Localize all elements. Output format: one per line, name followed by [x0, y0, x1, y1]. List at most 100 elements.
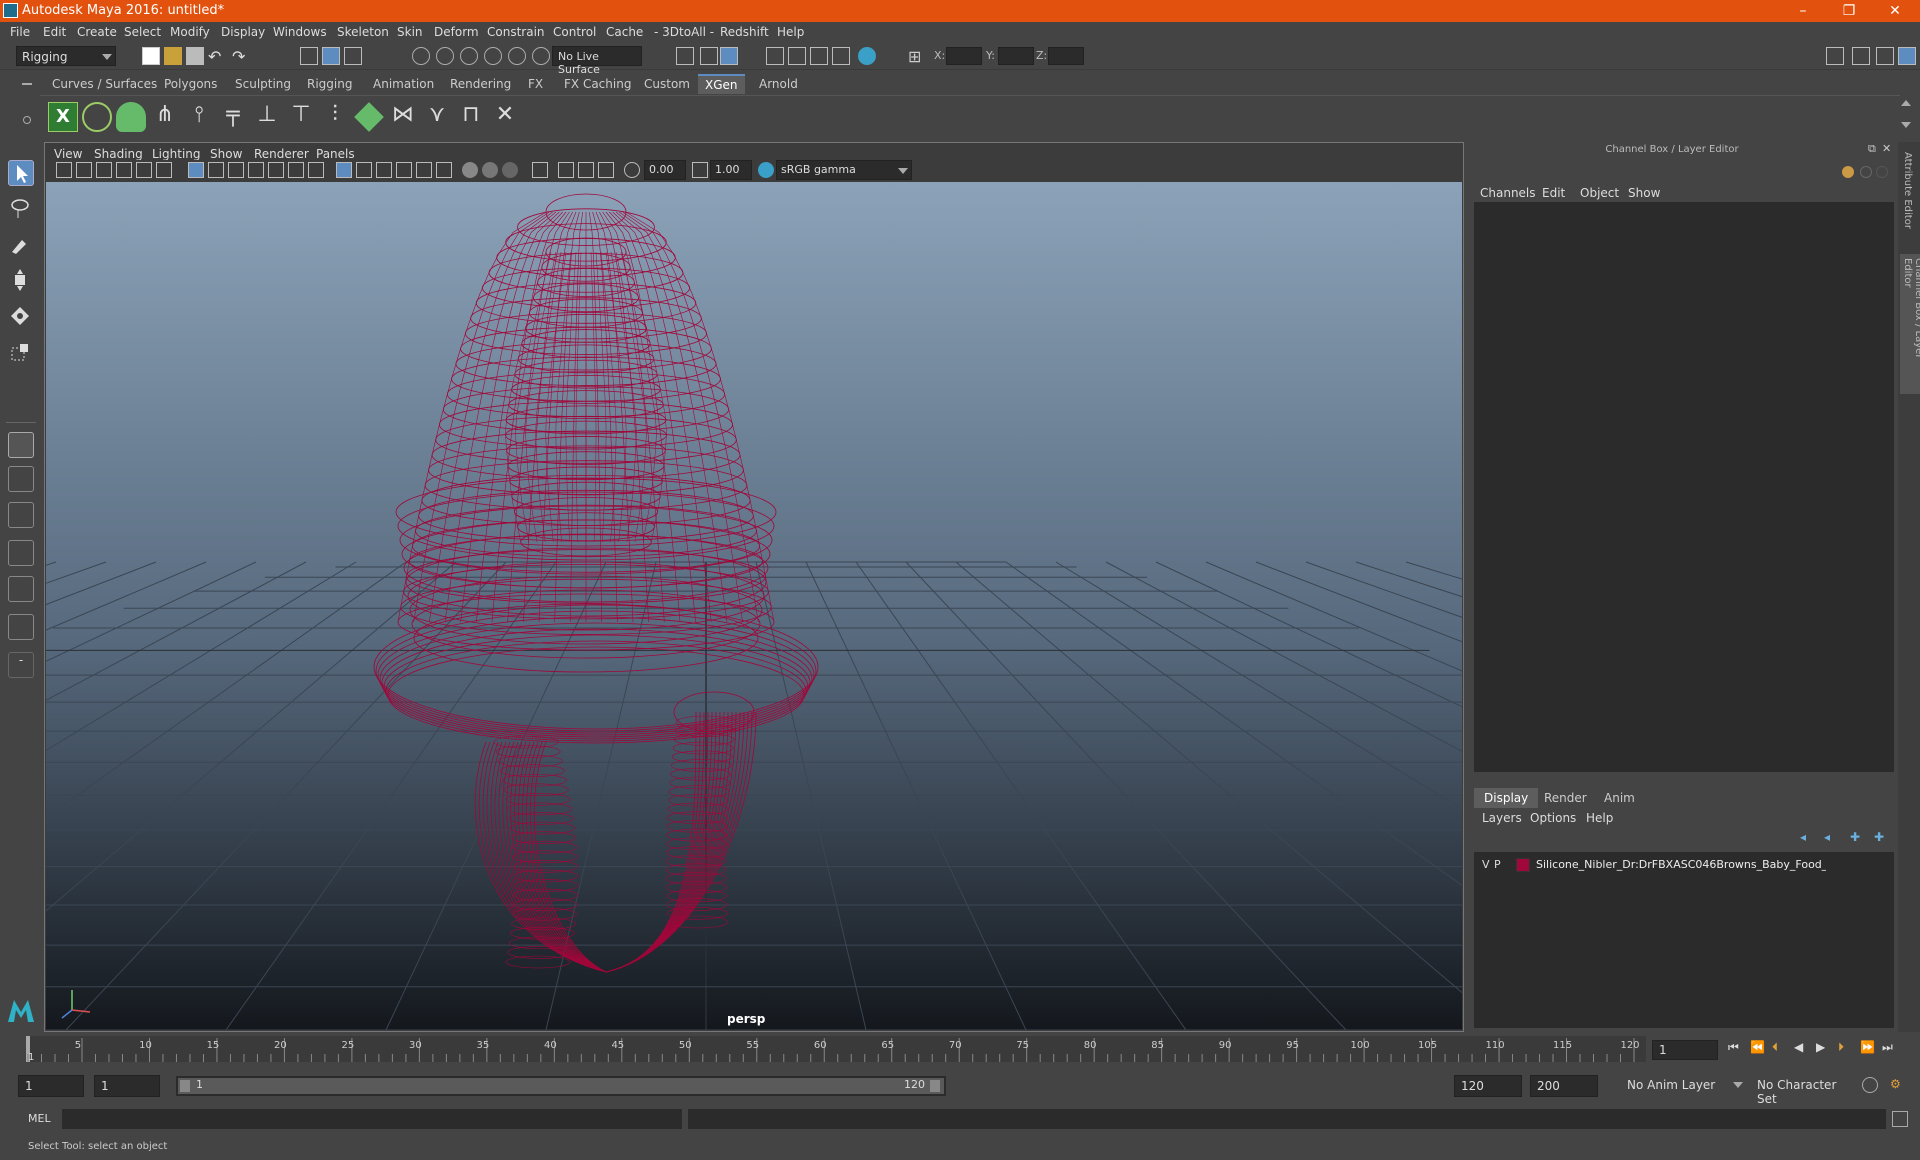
rotate-tool-icon[interactable] [8, 304, 34, 330]
menu-help[interactable]: Help [777, 25, 804, 39]
go-to-end-icon[interactable]: ⏭ [1882, 1040, 1893, 1055]
xray-joints-icon[interactable] [578, 162, 594, 178]
undo-icon[interactable]: ↶ [208, 47, 226, 66]
cb-menu-show[interactable]: Show [1628, 186, 1660, 200]
end-time-field[interactable]: 200 [1530, 1075, 1598, 1097]
field-chart-icon[interactable] [268, 162, 284, 178]
new-layer-selected-icon[interactable]: ✚ [1874, 830, 1884, 844]
xgen-description-icon[interactable] [116, 102, 146, 132]
new-scene-icon[interactable] [142, 47, 160, 65]
xray-icon[interactable] [558, 162, 574, 178]
channel-box-tab[interactable]: Channel Box / Layer Editor [1900, 254, 1920, 394]
new-empty-layer-icon[interactable]: ✚ [1850, 830, 1860, 844]
z-field[interactable] [1048, 47, 1084, 65]
persp-graph-icon[interactable] [8, 540, 34, 566]
xgen-groom-icon[interactable] [354, 102, 384, 132]
layer-tab-display[interactable]: Display [1474, 788, 1539, 808]
menu-edit[interactable]: Edit [43, 25, 66, 39]
safe-action-icon[interactable] [288, 162, 304, 178]
render-view-icon[interactable] [766, 47, 784, 65]
live-surface-field[interactable]: No Live Surface [552, 46, 642, 76]
grid-toggle-icon[interactable] [188, 162, 204, 178]
xgen-comb-icon[interactable]: ⫶ [320, 102, 350, 132]
range-start-handle[interactable] [180, 1080, 190, 1092]
maximize-button[interactable]: ❐ [1826, 0, 1872, 22]
vp-menu-lighting[interactable]: Lighting [152, 147, 201, 161]
layer-list[interactable] [1474, 852, 1894, 1028]
gamma-field[interactable]: 1.00 [710, 160, 752, 180]
range-bar[interactable]: 1 120 [178, 1078, 944, 1094]
vp-menu-renderer[interactable]: Renderer [254, 147, 309, 161]
layer-row[interactable]: V P Silicone_Nibler_Dr:DrFBXASC046Browns… [1476, 856, 1892, 874]
menu-modify[interactable]: Modify [170, 25, 210, 39]
shelf-tab-arnold[interactable]: Arnold [759, 77, 798, 91]
menu-control[interactable]: Control [553, 25, 596, 39]
menu-cache[interactable]: Cache [606, 25, 643, 39]
attribute-editor-tab[interactable]: Attribute Editor [1902, 152, 1913, 242]
render-settings-icon[interactable] [832, 47, 850, 65]
xgen-density-icon[interactable]: ⋎ [422, 102, 452, 132]
start-time-field[interactable]: 1 [18, 1075, 84, 1097]
layer-menu-help[interactable]: Help [1586, 811, 1613, 825]
shelf-tab-xgen[interactable]: XGen [698, 74, 745, 94]
menu-create[interactable]: Create [77, 25, 117, 39]
cb-menu-channels[interactable]: Channels [1480, 186, 1536, 200]
menu-windows[interactable]: Windows [273, 25, 327, 39]
render-frame-icon[interactable] [788, 47, 806, 65]
xgen-guide-tool-icon[interactable]: ╤ [218, 102, 248, 132]
time-slider-track[interactable]: 1 5 10 15 20 25 30 35 40 45 50 55 60 65 70 75 80 85 90 95 10… [26, 1036, 1646, 1063]
antialiasing-icon[interactable] [502, 162, 518, 178]
xgen-editor-icon[interactable]: X [48, 102, 78, 132]
redo-icon[interactable]: ↷ [232, 47, 250, 66]
scale-tool-icon[interactable] [8, 340, 34, 366]
snap-view-icon[interactable] [532, 47, 550, 65]
menu-constrain[interactable]: Constrain [487, 25, 545, 39]
layer-playback-toggle[interactable]: P [1494, 858, 1501, 871]
snap-surface-icon[interactable] [508, 47, 526, 65]
layer-menu-options[interactable]: Options [1530, 811, 1576, 825]
attribute-editor-toggle-icon[interactable] [1852, 47, 1870, 65]
camera-select-icon[interactable] [56, 162, 72, 178]
image-plane-icon[interactable] [116, 162, 132, 178]
2d-pan-zoom-icon[interactable] [136, 162, 152, 178]
shelf-tab-polygons[interactable]: Polygons [164, 77, 217, 91]
cb-menu-edit[interactable]: Edit [1542, 186, 1565, 200]
move-layer-down-icon[interactable]: ◂ [1824, 830, 1830, 844]
wireframe-icon[interactable] [336, 162, 352, 178]
viewport-canvas[interactable] [46, 182, 1462, 1030]
xgen-add-guide-icon[interactable]: ⫯ [184, 102, 214, 132]
vp-menu-show[interactable]: Show [210, 147, 242, 161]
transform-icon[interactable]: ⊞ [908, 47, 926, 66]
layer-tab-render[interactable]: Render [1534, 788, 1597, 808]
scroll-up-icon[interactable] [1901, 100, 1911, 106]
bookmark-icon[interactable] [96, 162, 112, 178]
close-button[interactable]: ✕ [1872, 0, 1918, 22]
select-hierarchy-icon[interactable] [300, 47, 318, 65]
layer-name[interactable]: Silicone_Nibler_Dr:DrFBXASC046Browns_Bab… [1536, 858, 1826, 871]
input-ops-icon[interactable] [676, 47, 694, 65]
hyper-icon[interactable] [1876, 166, 1888, 178]
exposure-field[interactable]: 0.00 [644, 160, 686, 180]
grease-pencil-icon[interactable] [156, 162, 172, 178]
outliner-layout-icon[interactable] [8, 614, 34, 640]
color-management-icon[interactable] [758, 162, 774, 178]
x-field[interactable] [946, 47, 982, 65]
construction-history-icon[interactable] [720, 47, 738, 65]
xgen-guide-icon[interactable]: ⋔ [150, 102, 180, 132]
script-language-label[interactable]: MEL [28, 1112, 51, 1125]
layer-tab-anim[interactable]: Anim [1594, 788, 1645, 808]
wireframe-on-shaded-icon[interactable] [396, 162, 412, 178]
snap-grid-icon[interactable] [412, 47, 430, 65]
shadows-icon[interactable] [462, 162, 478, 178]
snap-curve-icon[interactable] [436, 47, 454, 65]
step-forward-icon[interactable]: ⏩ [1860, 1040, 1875, 1054]
default-material-icon[interactable] [376, 162, 392, 178]
snap-point-icon[interactable] [460, 47, 478, 65]
view-transform-dropdown[interactable]: sRGB gamma [776, 160, 912, 180]
go-to-start-icon[interactable]: ⏮ [1728, 1040, 1739, 1055]
anim-layer-dropdown[interactable]: No Anim Layer [1622, 1075, 1746, 1097]
persp-outliner-icon[interactable] [8, 576, 34, 602]
lasso-tool-icon[interactable] [8, 196, 34, 222]
play-forwards-icon[interactable]: ▶ [1816, 1040, 1825, 1054]
output-ops-icon[interactable] [700, 47, 718, 65]
